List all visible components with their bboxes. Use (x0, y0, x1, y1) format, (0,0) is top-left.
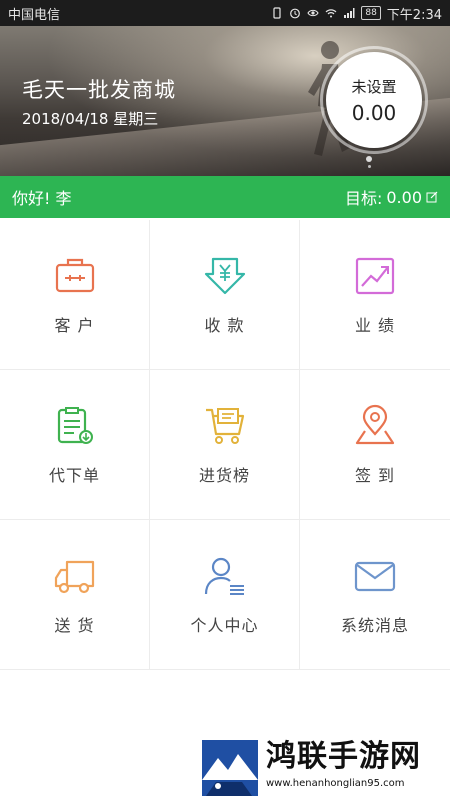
order-clipboard-icon (57, 406, 93, 444)
menu-label: 业 绩 (354, 315, 396, 335)
pager-dot-small (367, 165, 371, 168)
menu-label: 系统消息 (340, 615, 409, 635)
app-screen: 中国电信 88 下午2:34 毛天一批发商城 2018/04/18 星期三 未设… (0, 0, 450, 800)
clock-label: 下午2:34 (386, 7, 442, 23)
wifi-icon (325, 9, 337, 18)
menu-item-delivery[interactable]: 送 货 (0, 520, 150, 670)
menu-label: 送 货 (54, 615, 95, 635)
menu-label: 进货榜 (198, 465, 250, 485)
greeting-text: 你好! 李 (12, 189, 72, 208)
alarm-icon (290, 8, 301, 19)
yuan-receive-icon (204, 257, 245, 294)
menu-item-performance[interactable]: 业 绩 (300, 220, 450, 370)
target-status-label: 未设置 (351, 77, 397, 96)
header-banner: 毛天一批发商城 2018/04/18 星期三 未设置 0.00 (0, 26, 450, 176)
pager-indicator (366, 156, 372, 168)
menu-item-customers[interactable]: 客 户 (0, 220, 150, 370)
goal-edit-button[interactable]: 目标: 0.00 (345, 185, 438, 209)
user-profile-icon (204, 557, 244, 595)
mail-envelope-icon (354, 561, 396, 591)
menu-item-place-order[interactable]: 代下单 (0, 370, 150, 520)
edit-icon (426, 191, 438, 203)
menu-label: 代下单 (48, 465, 100, 485)
trend-chart-icon (355, 257, 395, 294)
sales-target-widget[interactable]: 未设置 0.00 (320, 46, 428, 154)
briefcase-icon (55, 258, 94, 292)
watermark-title: 鸿联手游网 (266, 739, 421, 774)
eye-icon (307, 9, 319, 17)
pager-dot (366, 156, 372, 162)
battery-icon: 88 (361, 6, 381, 20)
menu-item-purchase-ranking[interactable]: 进货榜 (150, 370, 300, 520)
menu-label: 收 款 (204, 315, 245, 335)
signal-icon (344, 8, 355, 18)
watermark-url: www.henanhonglian95.com (266, 778, 405, 789)
store-name: 毛天一批发商城 (22, 78, 176, 102)
location-pin-icon (355, 404, 395, 444)
menu-item-personal-center[interactable]: 个人中心 (150, 520, 300, 670)
feature-grid: 客 户 收 款 业 绩 代下单 进货榜 签 到 送 货 个人中心 系统消息 (0, 220, 450, 672)
goal-value: 0.00 (386, 187, 422, 207)
menu-item-check-in[interactable]: 签 到 (300, 370, 450, 520)
menu-label: 个人中心 (190, 615, 259, 635)
carrier-label: 中国电信 (8, 7, 61, 23)
target-amount: 0.00 (351, 100, 397, 125)
status-icons: 88 下午2:34 (271, 4, 442, 23)
current-date: 2018/04/18 星期三 (22, 110, 159, 128)
menu-item-collect-payment[interactable]: 收 款 (150, 220, 300, 370)
sales-target-circle[interactable]: 未设置 0.00 (326, 52, 422, 148)
watermark-logo-icon (202, 740, 258, 796)
status-bar: 中国电信 88 下午2:34 (0, 0, 450, 26)
menu-label: 签 到 (354, 465, 396, 485)
goal-label: 目标: (344, 189, 383, 208)
greeting-bar: 你好! 李 目标: 0.00 (0, 176, 450, 218)
vibrate-icon (273, 7, 281, 19)
site-watermark: 鸿联手游网 www.henanhonglian95.com (202, 740, 450, 800)
shopping-cart-icon (205, 407, 244, 444)
menu-label: 客 户 (54, 315, 95, 335)
delivery-truck-icon (54, 560, 94, 593)
menu-item-system-messages[interactable]: 系统消息 (300, 520, 450, 670)
watermark-text: 鸿联手游网 www.henanhonglian95.com (266, 739, 421, 790)
